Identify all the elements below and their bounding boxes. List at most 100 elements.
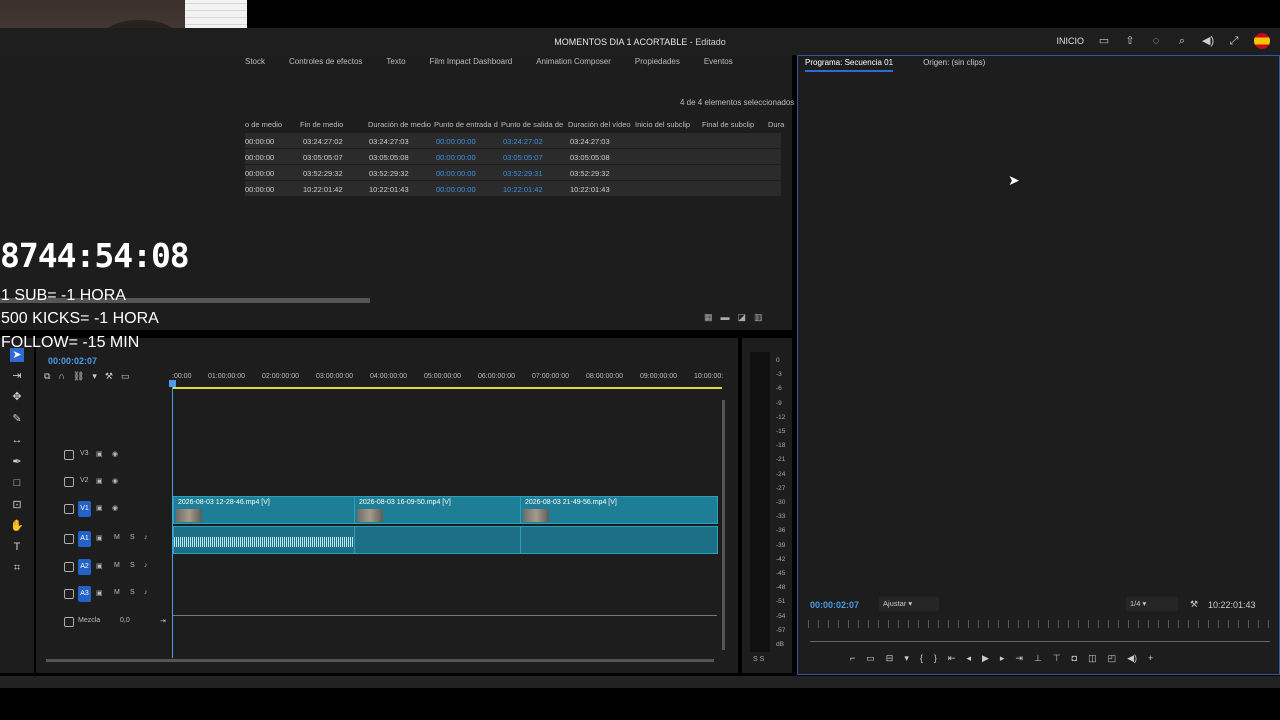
track-target-a1[interactable]: A1 (78, 531, 91, 547)
ripple-edit-tool-icon[interactable]: ✥ (10, 390, 24, 404)
solo-button[interactable]: S (130, 562, 135, 569)
lock-icon[interactable] (64, 477, 74, 487)
solo-button[interactable]: S (130, 589, 135, 596)
add-marker-icon[interactable]: ▾ (904, 653, 909, 664)
audio-clip[interactable] (173, 526, 355, 554)
caption-tool-icon[interactable]: ⌗ (10, 561, 24, 575)
remix-tool-icon[interactable]: ⊡ (10, 498, 24, 512)
volume-icon[interactable]: ◀) (1127, 653, 1137, 664)
settings-wrench-icon[interactable]: ⚒ (1190, 599, 1198, 610)
mark-in-bracket-icon[interactable]: { (920, 653, 923, 664)
col-out-point[interactable]: Punto de salida de (501, 120, 563, 129)
track-target-a2[interactable]: A2 (78, 559, 91, 575)
lock-icon[interactable] (64, 534, 74, 544)
col-media-duration[interactable]: Duración de medio (368, 120, 431, 129)
eye-icon[interactable]: ◉ (112, 504, 118, 512)
program-zoom-bar[interactable] (810, 641, 1270, 642)
tab-text[interactable]: Texto (386, 57, 405, 69)
trash-icon[interactable]: ▥ (754, 312, 763, 323)
mark-in-icon[interactable]: ⌐ (850, 653, 855, 664)
linked-selection-icon[interactable]: ⛓ (73, 371, 84, 382)
audio-clip[interactable] (520, 526, 718, 554)
rectangle-tool-icon[interactable]: □ (10, 476, 24, 490)
col-in-point[interactable]: Punto de entrada d (434, 120, 498, 129)
automate-icon[interactable]: ▦ (704, 312, 713, 323)
step-forward-icon[interactable]: ▸ (1000, 653, 1005, 664)
flag-spain-icon[interactable] (1254, 33, 1270, 49)
col-subclip-end[interactable]: Final de subclip (702, 120, 754, 129)
lock-icon[interactable] (64, 589, 74, 599)
mic-icon[interactable]: ♪ (144, 589, 148, 596)
playhead-line[interactable] (172, 383, 173, 658)
wrench-icon[interactable]: ⚒ (105, 371, 113, 382)
table-row[interactable]: 00:00:00 03:24:27:02 03:24:27:03 00:00:0… (245, 133, 781, 148)
layout-icon[interactable]: ▭ (1098, 35, 1110, 47)
fullscreen-icon[interactable]: ⤢ (1228, 35, 1240, 47)
col-subclip-start[interactable]: Inicio del subclip (635, 120, 690, 129)
timeline-vertical-scrollbar[interactable] (722, 400, 725, 650)
sync-lock-icon[interactable]: ▣ (96, 589, 103, 597)
solo-button[interactable]: S (130, 534, 135, 541)
safe-margins-icon[interactable]: ▭ (866, 653, 875, 664)
tab-source[interactable]: Origen: (sin clips) (923, 58, 985, 72)
lock-icon[interactable] (64, 504, 74, 514)
tab-film-impact[interactable]: Film Impact Dashboard (430, 57, 513, 69)
sync-lock-icon[interactable]: ▣ (96, 534, 103, 542)
go-to-out-icon[interactable]: ⇥ (1015, 653, 1023, 664)
step-back-icon[interactable]: ◂ (966, 653, 971, 664)
audio-clip[interactable] (354, 526, 521, 554)
go-to-end-icon[interactable]: ⇥ (160, 617, 166, 625)
film-icon[interactable]: ▣ (96, 504, 103, 512)
tab-animation-composer[interactable]: Animation Composer (536, 57, 611, 69)
eye-icon[interactable]: ◉ (112, 450, 118, 458)
lift-icon[interactable]: ⊥ (1034, 653, 1042, 664)
col-media-start[interactable]: o de medio (245, 120, 282, 129)
track-select-tool-icon[interactable]: ⇥ (10, 369, 24, 383)
workspace-label[interactable]: INICIO (1056, 36, 1084, 46)
eye-icon[interactable]: ◉ (112, 477, 118, 485)
video-clip[interactable]: 2026-08-03 21-49-56.mp4 [V] (520, 496, 718, 524)
snap-icon[interactable]: ∩ (58, 371, 64, 382)
tab-properties[interactable]: Propiedades (635, 57, 680, 69)
track-target-v1[interactable]: V1 (78, 501, 91, 517)
col-video-duration[interactable]: Duración del vídeo (568, 120, 631, 129)
mute-button[interactable]: M (114, 589, 120, 596)
go-to-in-icon[interactable]: ⇤ (948, 653, 956, 664)
hand-tool-icon[interactable]: ✋ (10, 519, 24, 533)
proxy-toggle-icon[interactable]: ◰ (1108, 653, 1117, 664)
play-icon[interactable]: ▶ (982, 653, 989, 664)
tab-stock[interactable]: Stock (245, 57, 265, 69)
add-button-icon[interactable]: + (1148, 653, 1153, 664)
mix-value[interactable]: 0,0 (120, 617, 130, 624)
table-row[interactable]: 00:00:00 10:22:01:42 10:22:01:43 00:00:0… (245, 181, 781, 196)
slip-tool-icon[interactable]: ↔ (10, 433, 24, 447)
tab-events[interactable]: Eventos (704, 57, 733, 69)
export-icon[interactable]: ⇧ (1124, 35, 1136, 47)
captions-icon[interactable]: ▭ (121, 371, 130, 382)
meter-solo-buttons[interactable]: S S (753, 656, 764, 663)
marker-icon[interactable]: ▾ (92, 371, 97, 382)
lock-icon[interactable] (64, 562, 74, 572)
video-clip[interactable]: 2026-08-03 12-28-46.mp4 [V] (173, 496, 355, 524)
lock-icon[interactable] (64, 450, 74, 460)
program-timecode[interactable]: 00:00:02:07 (810, 600, 859, 610)
col-duration[interactable]: Dura (768, 120, 784, 129)
sync-lock-icon[interactable]: ▣ (96, 562, 103, 570)
new-item-icon[interactable]: ◪ (738, 312, 747, 323)
progress-icon[interactable]: ◌ (1150, 35, 1162, 47)
playhead-handle[interactable] (169, 380, 176, 387)
razor-tool-icon[interactable]: ✎ (10, 412, 24, 426)
table-row[interactable]: 00:00:00 03:52:29:32 03:52:29:32 00:00:0… (245, 165, 781, 180)
comparison-view-icon[interactable]: ◫ (1088, 653, 1097, 664)
tab-program[interactable]: Programa: Secuencia 01 (805, 58, 894, 72)
pen-tool-icon[interactable]: ✒ (10, 455, 24, 469)
mute-button[interactable]: M (114, 562, 120, 569)
extract-icon[interactable]: ⊤ (1053, 653, 1061, 664)
video-clip[interactable]: 2026-08-03 16-09-50.mp4 [V] (354, 496, 521, 524)
program-ruler[interactable] (808, 620, 1270, 628)
film-icon[interactable]: ▣ (96, 477, 103, 485)
search-icon[interactable]: ⌕ (1176, 35, 1188, 47)
tab-effect-controls[interactable]: Controles de efectos (289, 57, 362, 69)
mark-out-bracket-icon[interactable]: } (934, 653, 937, 664)
lock-icon[interactable] (64, 617, 74, 627)
